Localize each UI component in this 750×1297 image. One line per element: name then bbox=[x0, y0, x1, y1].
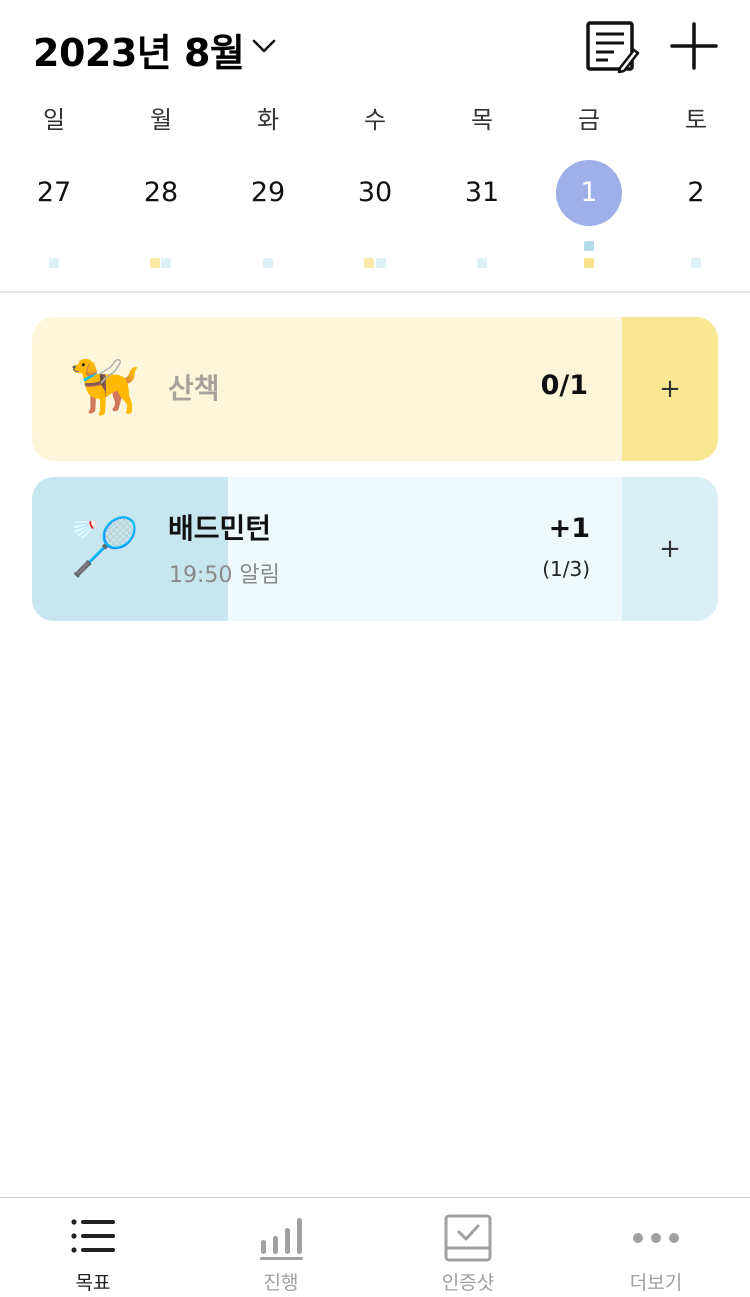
dog-icon: 🦮 bbox=[70, 355, 140, 420]
activity-marker bbox=[691, 258, 701, 268]
list-icon bbox=[71, 1219, 115, 1253]
tab-label: 더보기 bbox=[629, 1272, 683, 1294]
bottom-tab-bar: 목표 진행 인증샷 더보기 bbox=[0, 1197, 750, 1297]
date-cell[interactable]: 28 bbox=[131, 160, 191, 226]
date-cell[interactable]: 31 bbox=[452, 160, 512, 226]
activity-markers bbox=[0, 238, 750, 274]
activity-marker bbox=[161, 258, 171, 268]
divider bbox=[0, 291, 750, 293]
date-cell[interactable]: 2 bbox=[666, 160, 726, 226]
activity-marker bbox=[584, 258, 594, 268]
tab-photo-proof[interactable]: 인증샷 bbox=[398, 1198, 538, 1297]
badminton-icon: 🏸 bbox=[70, 515, 140, 580]
goal-title: 배드민턴 bbox=[168, 512, 272, 545]
more-dots-icon bbox=[633, 1233, 679, 1243]
goal-count-detail: (1/3) bbox=[542, 557, 590, 581]
weekday-label: 목 bbox=[470, 106, 494, 134]
calendar-header: 2023년 8월 bbox=[0, 0, 750, 95]
memo-list-icon[interactable] bbox=[584, 20, 640, 74]
weekday-label: 수 bbox=[363, 106, 387, 134]
weekday-label: 월 bbox=[149, 106, 173, 134]
goal-count: +1 bbox=[548, 513, 590, 544]
weekday-label: 금 bbox=[577, 106, 601, 134]
bar-chart-icon bbox=[260, 1218, 303, 1260]
goal-reminder-time: 19:50 알림 bbox=[169, 563, 280, 588]
activity-marker bbox=[584, 241, 594, 251]
activity-marker bbox=[263, 258, 273, 268]
tab-label: 목표 bbox=[75, 1272, 111, 1294]
date-cell[interactable]: 27 bbox=[24, 160, 84, 226]
goal-title: 산책 bbox=[168, 372, 220, 405]
tab-goals[interactable]: 목표 bbox=[23, 1198, 163, 1297]
weekday-label: 토 bbox=[684, 106, 708, 134]
activity-marker bbox=[150, 258, 160, 268]
date-cell[interactable]: 29 bbox=[238, 160, 298, 226]
tab-more[interactable]: 더보기 bbox=[586, 1198, 726, 1297]
tab-label: 인증샷 bbox=[441, 1272, 495, 1294]
date-cell[interactable]: 30 bbox=[345, 160, 405, 226]
tab-progress[interactable]: 진행 bbox=[211, 1198, 351, 1297]
week-date-row: 27 28 29 30 31 1 2 bbox=[0, 160, 750, 230]
month-title[interactable]: 2023년 8월 bbox=[33, 22, 245, 77]
weekday-label: 화 bbox=[256, 106, 280, 134]
chevron-down-icon[interactable] bbox=[250, 32, 278, 60]
activity-marker bbox=[364, 258, 374, 268]
goal-card[interactable]: 🏸 배드민턴 19:50 알림 +1 (1/3) + bbox=[32, 477, 718, 621]
weekday-row: 일 월 화 수 목 금 토 bbox=[0, 100, 750, 140]
goal-add-button[interactable]: + bbox=[622, 477, 718, 621]
goal-count: 0/1 bbox=[540, 370, 588, 401]
plus-icon[interactable] bbox=[668, 20, 720, 72]
date-cell-selected[interactable]: 1 bbox=[556, 160, 622, 226]
weekday-label: 일 bbox=[42, 106, 66, 134]
activity-marker bbox=[376, 258, 386, 268]
goal-add-button[interactable]: + bbox=[622, 317, 718, 461]
tab-label: 진행 bbox=[263, 1272, 299, 1294]
activity-marker bbox=[49, 258, 59, 268]
activity-marker bbox=[477, 258, 487, 268]
photo-check-icon bbox=[444, 1214, 492, 1262]
goal-card[interactable]: 🦮 산책 0/1 + bbox=[32, 317, 718, 461]
